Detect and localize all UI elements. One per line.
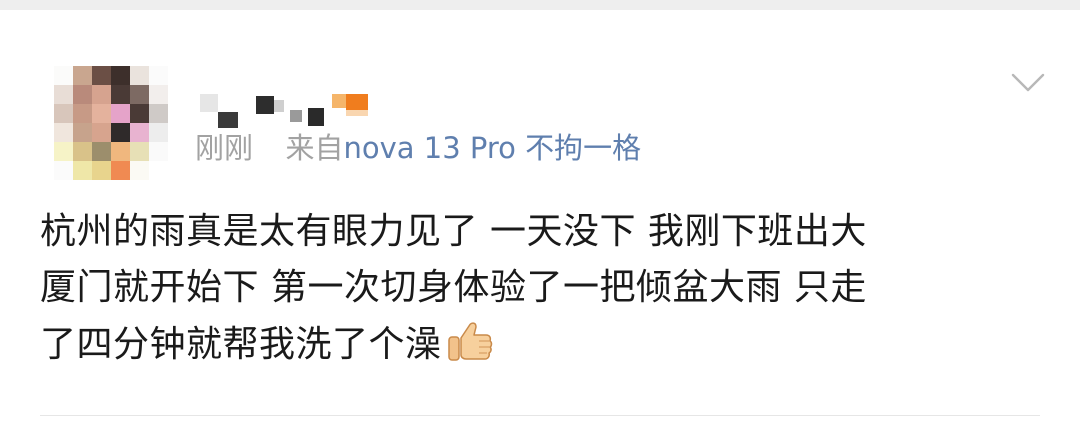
content-line: 厦门就开始下 第一次切身体验了一把倾盆大雨 只走 <box>40 267 867 308</box>
content-line: 杭州的雨真是太有眼力见了 一天没下 我刚下班出大 <box>40 211 867 252</box>
content-line-last: 了四分钟就帮我洗了个澡 <box>40 316 1040 373</box>
weibo-post-card: 刚刚 来自nova 13 Pro 不拘一格 杭州的雨真是太有眼力见了 一天没下 … <box>0 10 1080 431</box>
username-pixelated[interactable] <box>198 82 370 132</box>
timestamp: 刚刚 <box>195 131 254 165</box>
post-content: 杭州的雨真是太有眼力见了 一天没下 我刚下班出大 厦门就开始下 第一次切身体验了… <box>40 204 1040 373</box>
divider <box>40 415 1040 416</box>
source-device-link[interactable]: nova 13 Pro 不拘一格 <box>343 131 641 165</box>
thumbs-up-icon <box>447 322 492 361</box>
content-line-text: 了四分钟就帮我洗了个澡 <box>40 324 442 365</box>
source-prefix: 来自 <box>285 131 344 165</box>
avatar[interactable] <box>54 66 168 180</box>
chevron-down-icon[interactable] <box>1011 72 1045 94</box>
post-meta: 刚刚 来自nova 13 Pro 不拘一格 <box>195 128 641 168</box>
top-separator-bar <box>0 0 1080 10</box>
